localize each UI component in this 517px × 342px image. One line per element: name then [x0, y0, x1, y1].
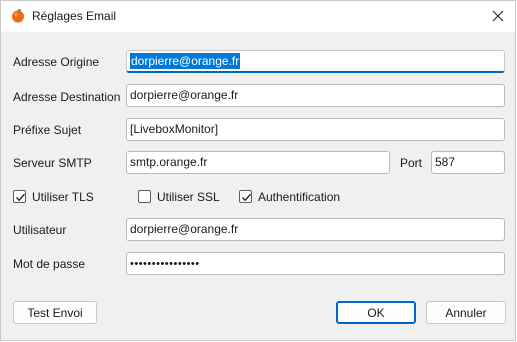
dialog-window: Réglages Email Adresse Origine dorpierre…: [0, 0, 516, 341]
checkmark-icon: [16, 193, 25, 202]
orange-app-icon: [11, 9, 25, 23]
password-label: Mot de passe: [13, 257, 86, 271]
user-value: dorpierre@orange.fr: [130, 222, 239, 236]
subject-prefix-input[interactable]: [LiveboxMonitor]: [126, 118, 505, 141]
ssl-label: Utiliser SSL: [157, 190, 220, 204]
destination-address-input[interactable]: dorpierre@orange.fr: [126, 84, 505, 107]
destination-address-value: dorpierre@orange.fr: [130, 88, 239, 102]
origin-address-value: dorpierre@orange.fr: [130, 53, 241, 69]
port-label: Port: [400, 156, 423, 170]
test-send-label: Test Envoi: [27, 305, 83, 320]
password-masked-value: ••••••••••••••••: [130, 258, 200, 270]
subject-prefix-label: Préfixe Sujet: [13, 123, 82, 137]
tls-label: Utiliser TLS: [32, 190, 94, 204]
ok-button[interactable]: OK: [336, 301, 416, 324]
tls-checkbox[interactable]: [13, 190, 26, 203]
cancel-label: Annuler: [445, 305, 487, 320]
destination-label: Adresse Destination: [13, 90, 121, 104]
port-value: 587: [435, 155, 456, 169]
checkmark-icon: [242, 193, 251, 202]
user-input[interactable]: dorpierre@orange.fr: [126, 218, 505, 241]
smtp-server-input[interactable]: smtp.orange.fr: [126, 151, 390, 174]
ok-label: OK: [367, 305, 385, 320]
user-label: Utilisateur: [13, 223, 67, 237]
subject-prefix-value: [LiveboxMonitor]: [130, 122, 219, 136]
smtp-server-label: Serveur SMTP: [13, 156, 92, 170]
ssl-checkbox[interactable]: [138, 190, 151, 203]
title-bar: Réglages Email: [1, 1, 515, 32]
origin-address-input[interactable]: dorpierre@orange.fr: [126, 50, 505, 73]
test-send-button[interactable]: Test Envoi: [13, 301, 97, 324]
origin-label: Adresse Origine: [13, 55, 100, 69]
smtp-server-value: smtp.orange.fr: [130, 155, 208, 169]
window-title: Réglages Email: [32, 9, 117, 23]
cancel-button[interactable]: Annuler: [426, 301, 506, 324]
close-button[interactable]: [487, 5, 509, 27]
close-icon: [492, 10, 504, 22]
port-input[interactable]: 587: [431, 151, 505, 174]
password-input[interactable]: ••••••••••••••••: [126, 252, 505, 275]
auth-checkbox[interactable]: [239, 190, 252, 203]
auth-label: Authentification: [258, 190, 341, 204]
